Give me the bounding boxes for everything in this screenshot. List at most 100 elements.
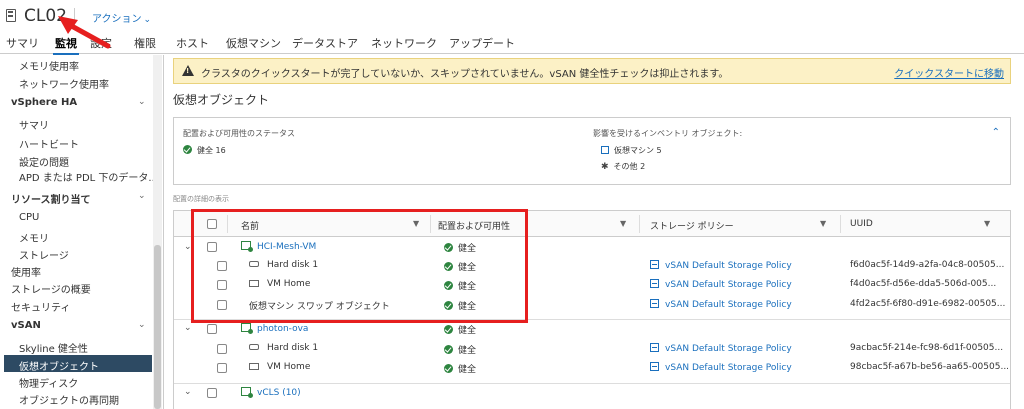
chevron-down-icon: ⌄ xyxy=(143,15,152,25)
filter-icon[interactable]: ▼ xyxy=(820,219,826,228)
object-name-text: VM Home xyxy=(267,362,311,372)
status-cell: 健全 xyxy=(444,323,476,336)
section-title: 仮想オブジェクト xyxy=(173,93,270,107)
check-circle-icon xyxy=(444,325,453,334)
chevron-down-icon[interactable]: ⌄ xyxy=(138,320,146,330)
storage-policy-link[interactable]: vSAN Default Storage Policy xyxy=(650,299,792,310)
vm-name-text: photon-ova xyxy=(257,324,309,334)
folder-icon xyxy=(249,363,259,370)
column-header-storage-policy[interactable]: ストレージ ポリシー xyxy=(650,219,734,232)
object-name: VM Home xyxy=(249,362,310,372)
sidebar-item-skyline-health[interactable]: Skyline 健全性 xyxy=(19,340,88,355)
vm-name[interactable]: photon-ova xyxy=(241,323,308,334)
storage-policy-link[interactable]: vSAN Default Storage Policy xyxy=(650,343,792,354)
quickstart-link[interactable]: クイックスタートに移動 xyxy=(894,65,1004,80)
tab-networks[interactable]: ネットワーク xyxy=(371,35,437,51)
placement-details-label: 配置の詳細の表示 xyxy=(173,195,229,203)
sidebar-group-resource-allocation[interactable]: リソース割り当て xyxy=(11,191,91,206)
sidebar-item-heartbeat[interactable]: ハートビート xyxy=(19,136,79,151)
sidebar-item-config-issues[interactable]: 設定の問題 xyxy=(19,154,69,169)
status-text: 健全 xyxy=(458,346,477,356)
uuid-cell: f6d0ac5f-14d9-a2fa-04c8-00505... xyxy=(850,260,1005,270)
affected-vms: 仮想マシン 5 xyxy=(601,145,662,156)
sidebar-item-utilization[interactable]: 使用率 xyxy=(11,264,41,279)
sidebar-item-storage[interactable]: ストレージ xyxy=(19,247,69,262)
tab-vms[interactable]: 仮想マシン xyxy=(226,35,281,51)
filter-icon[interactable]: ▼ xyxy=(620,219,626,228)
storage-policy-text: vSAN Default Storage Policy xyxy=(665,344,792,354)
sidebar-scroll-thumb[interactable] xyxy=(154,245,161,409)
sidebar-item-security[interactable]: セキュリティ xyxy=(11,299,70,314)
storage-policy-link[interactable]: vSAN Default Storage Policy xyxy=(650,279,792,290)
check-circle-icon xyxy=(444,364,453,373)
chevron-down-icon[interactable]: ⌄ xyxy=(138,97,146,107)
check-circle-icon xyxy=(444,345,453,354)
vm-name[interactable]: vCLS (10) xyxy=(241,387,301,398)
status-text: 健全 xyxy=(458,326,477,336)
sidebar-item-ha-summary[interactable]: サマリ xyxy=(19,117,49,132)
filter-icon[interactable]: ▼ xyxy=(984,219,990,228)
sidebar-item-virtual-objects[interactable]: 仮想オブジェクト xyxy=(19,358,99,373)
hard-disk-icon xyxy=(249,344,259,350)
sidebar-item-physical-disks[interactable]: 物理ディスク xyxy=(19,375,78,390)
tab-bar: サマリ 監視 設定 権限 ホスト 仮想マシン データストア ネットワーク アップ… xyxy=(0,32,1024,56)
affected-objects-label: 影響を受けるインベントリ オブジェクト: xyxy=(593,129,743,138)
tab-datastores[interactable]: データストア xyxy=(292,35,358,51)
status-cell: 健全 xyxy=(444,362,476,375)
chevron-down-icon[interactable]: ⌄ xyxy=(138,191,146,201)
storage-policy-icon xyxy=(650,279,659,288)
warning-icon xyxy=(182,65,194,76)
vm-icon xyxy=(601,146,609,154)
storage-policy-text: vSAN Default Storage Policy xyxy=(665,363,792,373)
healthy-count: 健全 16 xyxy=(183,145,226,156)
sidebar-group-vsan[interactable]: vSAN xyxy=(11,320,41,331)
storage-policy-icon xyxy=(650,362,659,371)
chevron-down-icon[interactable]: ⌄ xyxy=(184,323,192,333)
row-checkbox[interactable] xyxy=(217,363,227,373)
column-divider xyxy=(840,215,841,233)
row-checkbox[interactable] xyxy=(217,344,227,354)
sidebar-group-vsphere-ha[interactable]: vSphere HA xyxy=(11,97,77,108)
table-row[interactable]: Hard disk 1 健全 vSAN Default Storage Poli… xyxy=(174,340,1010,359)
vm-icon xyxy=(241,323,253,334)
tab-hosts[interactable]: ホスト xyxy=(176,35,209,51)
sidebar-item-resync-objects[interactable]: オブジェクトの再同期 xyxy=(19,392,119,407)
sidebar-item-cpu[interactable]: CPU xyxy=(19,212,39,223)
storage-policy-text: vSAN Default Storage Policy xyxy=(665,300,792,310)
sidebar-item-memory[interactable]: メモリ xyxy=(19,230,49,245)
uuid-cell: 9acbac5f-214e-fc98-6d1f-00505... xyxy=(850,343,1004,353)
arrow-annotation-icon xyxy=(58,16,111,49)
column-header-uuid[interactable]: UUID xyxy=(850,219,873,229)
asterisk-icon: ✱ xyxy=(601,162,609,172)
vm-name-text: vCLS (10) xyxy=(257,388,301,398)
uuid-cell: f4d0ac5f-d56e-dda5-506d-005... xyxy=(850,279,997,289)
storage-policy-link[interactable]: vSAN Default Storage Policy xyxy=(650,362,792,373)
affected-other-text: その他 2 xyxy=(613,162,646,171)
sidebar-item-apd-pdl[interactable]: APD または PDL 下のデータ... xyxy=(19,169,158,184)
table-row[interactable]: VM Home 健全 vSAN Default Storage Policy 9… xyxy=(174,359,1010,378)
highlight-annotation-box xyxy=(191,209,528,323)
sidebar-item-storage-overview[interactable]: ストレージの概要 xyxy=(11,281,91,296)
healthy-count-text: 健全 16 xyxy=(197,146,226,155)
table-row[interactable]: ⌄ vCLS (10) xyxy=(174,383,1010,402)
storage-policy-icon xyxy=(650,260,659,269)
storage-policy-icon xyxy=(650,343,659,352)
object-name-text: Hard disk 1 xyxy=(267,343,319,353)
alert-text: クラスタのクイックスタートが完了していないか、スキップされていません。vSAN … xyxy=(201,69,729,80)
status-card: 配置および可用性のステータス 健全 16 影響を受けるインベントリ オブジェクト… xyxy=(173,117,1011,185)
affected-vms-text: 仮想マシン 5 xyxy=(614,146,662,155)
chevron-down-icon[interactable]: ⌄ xyxy=(184,387,192,397)
object-name: Hard disk 1 xyxy=(249,343,318,353)
quickstart-alert: クラスタのクイックスタートが完了していないか、スキップされていません。vSAN … xyxy=(173,58,1011,84)
uuid-cell: 98cbac5f-a67b-be56-aa65-00505... xyxy=(850,362,1010,372)
storage-policy-link[interactable]: vSAN Default Storage Policy xyxy=(650,260,792,271)
placement-status-label: 配置および可用性のステータス xyxy=(183,129,295,138)
row-checkbox[interactable] xyxy=(207,324,217,334)
chevron-up-icon[interactable]: ⌃ xyxy=(992,127,1000,138)
header: CL02 アクション ⌄ xyxy=(0,0,1024,32)
check-circle-icon xyxy=(183,145,192,154)
storage-policy-text: vSAN Default Storage Policy xyxy=(665,280,792,290)
row-checkbox[interactable] xyxy=(207,388,217,398)
tab-updates[interactable]: アップデート xyxy=(449,35,515,51)
status-text: 健全 xyxy=(458,365,477,375)
